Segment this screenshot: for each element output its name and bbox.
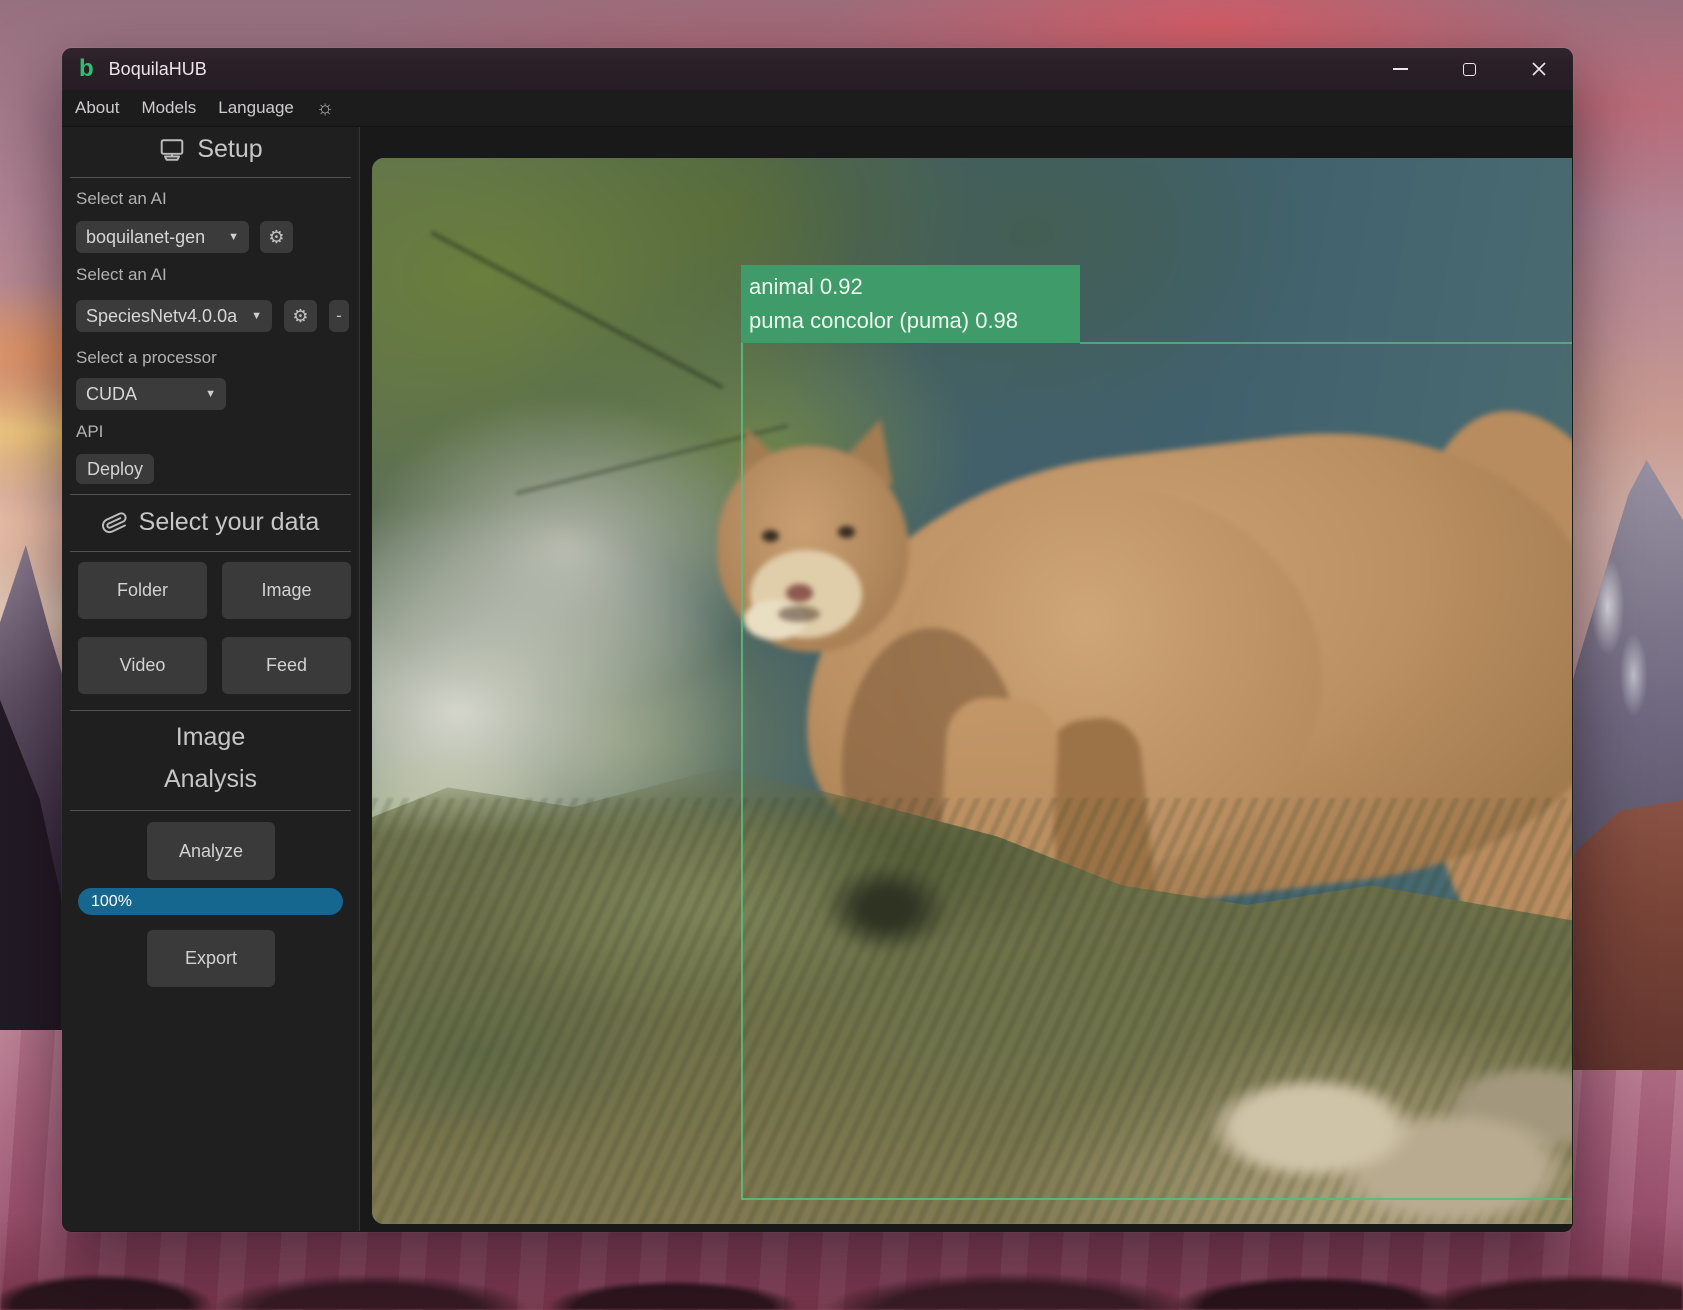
close-button[interactable] (1504, 48, 1573, 90)
gear-icon: ⚙ (268, 226, 285, 247)
puma-eye-right (838, 526, 855, 538)
menu-item-about[interactable]: About (75, 98, 119, 118)
select-data-header: Select your data (62, 508, 359, 537)
progress-bar: 100% (78, 888, 343, 915)
window-controls (1366, 48, 1573, 90)
video-button[interactable]: Video (78, 637, 207, 694)
deploy-button[interactable]: Deploy (76, 454, 154, 484)
folder-button[interactable]: Folder (78, 562, 207, 619)
detection-species-line: puma concolor (puma) 0.98 (749, 307, 1019, 333)
image-analysis-title-line1: Image (175, 723, 246, 751)
image-analysis-title-line2: Analysis (163, 765, 258, 793)
gear-icon: ⚙ (292, 305, 309, 326)
minimize-button[interactable] (1366, 48, 1435, 90)
maximize-icon (1463, 62, 1476, 76)
window-title: BoquilaHUB (108, 58, 207, 79)
progress-text: 100% (91, 892, 132, 910)
processor-dropdown-value: CUDA (86, 383, 138, 404)
select-ai-label-2: Select an AI (76, 265, 167, 284)
analysis-image: animal 0.92 puma concolor (puma) 0.98 (372, 158, 1572, 1224)
paperclip-icon (101, 511, 127, 533)
select-processor-label: Select a processor (76, 348, 217, 367)
puma-mouth (778, 606, 820, 622)
chevron-down-icon: ▼ (228, 231, 239, 243)
close-icon (1531, 62, 1546, 76)
setup-title: Setup (197, 135, 263, 163)
divider (70, 177, 351, 178)
photo-dark-patch (802, 848, 972, 968)
ai-model-2-remove-button[interactable]: - (329, 300, 349, 332)
divider (70, 551, 351, 552)
puma-nose (786, 584, 813, 602)
ai-model-dropdown-1[interactable]: boquilanet-gen ▼ (76, 221, 249, 253)
sidebar: Setup Select an AI boquilanet-gen ▼ ⚙ Se… (62, 127, 360, 1231)
menu-item-models[interactable]: Models (141, 98, 196, 118)
ai-model-dropdown-2[interactable]: SpeciesNetv4.0.0a ▼ (76, 300, 272, 332)
detection-bbox-top-edge (1080, 342, 1572, 344)
content-area: Setup Select an AI boquilanet-gen ▼ ⚙ Se… (62, 127, 1573, 1231)
export-button[interactable]: Export (147, 930, 275, 987)
menubar: About Models Language ☼ (62, 90, 1573, 127)
monitor-icon (161, 138, 184, 161)
divider (70, 710, 351, 711)
ai-model-2-settings-button[interactable]: ⚙ (284, 300, 317, 332)
divider (70, 494, 351, 495)
titlebar: b BoquilaHUB (62, 48, 1573, 90)
ai-model-dropdown-2-value: SpeciesNetv4.0.0a (86, 305, 238, 326)
detection-bbox-bottom-edge (741, 1198, 1572, 1200)
api-label: API (76, 422, 104, 441)
app-logo-icon: b (79, 55, 94, 82)
puma-eye-left (762, 530, 779, 542)
image-button[interactable]: Image (222, 562, 351, 619)
maximize-button[interactable] (1435, 48, 1504, 90)
ai-model-dropdown-1-value: boquilanet-gen (86, 226, 206, 247)
minus-icon: - (336, 306, 342, 325)
ai-model-1-settings-button[interactable]: ⚙ (260, 221, 293, 253)
feed-button[interactable]: Feed (222, 637, 351, 694)
setup-header: Setup (62, 135, 359, 164)
detection-label: animal 0.92 puma concolor (puma) 0.98 (741, 265, 1080, 343)
chevron-down-icon: ▼ (205, 388, 216, 400)
processor-dropdown[interactable]: CUDA ▼ (76, 378, 226, 410)
detection-class-line: animal 0.92 (749, 274, 863, 300)
menu-item-language[interactable]: Language (218, 98, 294, 118)
select-ai-label-1: Select an AI (76, 189, 167, 208)
minimize-icon (1393, 68, 1408, 70)
theme-sun-icon[interactable]: ☼ (316, 98, 334, 118)
divider (70, 810, 351, 811)
main-area: animal 0.92 puma concolor (puma) 0.98 (360, 127, 1573, 1231)
analyze-button[interactable]: Analyze (147, 822, 275, 880)
detection-bbox-left-edge (741, 343, 743, 1200)
chevron-down-icon: ▼ (251, 310, 262, 322)
select-data-title: Select your data (138, 508, 320, 536)
app-window: b BoquilaHUB About Models Language ☼ Set… (62, 48, 1573, 1232)
